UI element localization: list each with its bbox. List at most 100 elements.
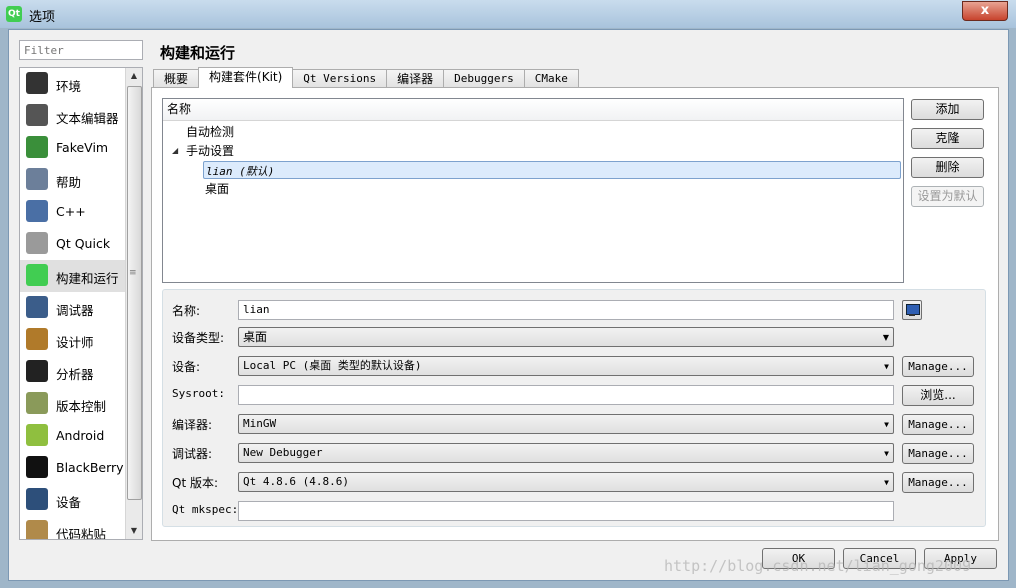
qt-quick-icon (26, 232, 48, 254)
sidebar-item-label: C++ (56, 204, 86, 219)
manage-debuggers-button[interactable]: Manage... (902, 443, 974, 464)
remove-kit-button[interactable]: 删除 (911, 157, 984, 178)
category-list: 环境文本编辑器 FakeVim 帮助 C++ Qt Quick 构建和运行调试器设计师分析… (19, 67, 143, 540)
kit-name-label: lian (默认) (206, 165, 275, 178)
sidebar-item[interactable]: C++ (20, 196, 142, 228)
tree-node-manual[interactable]: 手动设置 (186, 142, 234, 160)
dropdown-arrow-icon: ▼ (882, 333, 889, 342)
category-scrollbar[interactable]: ▲ ≡ ▼ (125, 68, 142, 539)
sidebar-item-label: 分析器 (56, 367, 94, 382)
sidebar-item[interactable]: 设计师 (20, 324, 142, 356)
cancel-button[interactable]: Cancel (843, 548, 916, 569)
tab-compilers[interactable]: 编译器 (386, 69, 445, 88)
scroll-down-arrow-icon[interactable]: ▼ (126, 523, 142, 539)
compiler-select[interactable]: MinGW ▼ (238, 414, 894, 434)
sidebar-item[interactable]: 调试器 (20, 292, 142, 324)
sidebar-item[interactable]: Qt Quick (20, 228, 142, 260)
sidebar-item[interactable]: 代码粘贴 (20, 516, 142, 540)
ok-button[interactable]: OK (762, 548, 835, 569)
sidebar-item[interactable]: BlackBerry (20, 452, 142, 484)
analyzer-icon (26, 360, 48, 382)
sidebar-item-label: Android (56, 428, 105, 443)
dropdown-arrow-icon: ▼ (884, 478, 889, 487)
tab-qt-versions[interactable]: Qt Versions (292, 69, 388, 88)
tab-kits[interactable]: 构建套件(Kit) (198, 67, 294, 88)
sidebar-item[interactable]: FakeVim (20, 132, 142, 164)
sysroot-label: Sysroot: (172, 387, 225, 400)
kit-icon-button[interactable] (902, 300, 922, 320)
sidebar-item[interactable]: 构建和运行 (20, 260, 126, 292)
sidebar-item[interactable]: 环境 (20, 68, 142, 100)
text-editor-icon (26, 104, 48, 126)
device-select[interactable]: Local PC (桌面 类型的默认设备) ▼ (238, 356, 894, 376)
cpp-icon (26, 200, 48, 222)
debugger-value: New Debugger (243, 446, 323, 459)
dropdown-arrow-icon: ▼ (884, 449, 889, 458)
sidebar-item[interactable]: 分析器 (20, 356, 142, 388)
sidebar-item-label: Qt Quick (56, 236, 111, 251)
sidebar-item[interactable]: 帮助 (20, 164, 142, 196)
device-value: Local PC (桌面 类型的默认设备) (243, 359, 422, 372)
browse-button[interactable]: 浏览... (902, 385, 974, 406)
sidebar-item-label: FakeVim (56, 140, 109, 155)
kits-tab-pane: 名称 自动检测 ◢ 手动设置 lian (默认) 桌面 添加 克隆 删除 设置为… (151, 87, 999, 541)
make-default-button[interactable]: 设置为默认 (911, 186, 984, 207)
sidebar-item[interactable]: 文本编辑器 (20, 100, 142, 132)
sidebar-item[interactable]: 版本控制 (20, 388, 142, 420)
tree-header-name: 名称 (163, 99, 903, 121)
scrollbar-thumb[interactable] (127, 86, 142, 500)
scrollbar-grip-icon: ≡ (129, 268, 137, 278)
device-type-select[interactable]: 桌面 ▼ (238, 327, 894, 347)
tree-node-auto-detected[interactable]: 自动检测 (186, 123, 234, 141)
manage-devices-button[interactable]: Manage... (902, 356, 974, 377)
qt-version-value: Qt 4.8.6 (4.8.6) (243, 475, 349, 488)
android-icon (26, 424, 48, 446)
blackberry-icon (26, 456, 48, 478)
environment-icon (26, 72, 48, 94)
tab-cmake[interactable]: CMake (523, 69, 579, 88)
build-run-icon (26, 264, 48, 286)
page-title: 构建和运行 (160, 44, 236, 62)
compiler-value: MinGW (243, 417, 277, 430)
scroll-up-arrow-icon[interactable]: ▲ (126, 68, 142, 84)
dropdown-arrow-icon: ▼ (884, 420, 889, 429)
name-label: 名称: (172, 304, 201, 318)
sysroot-field[interactable] (238, 385, 894, 405)
qt-version-label: Qt 版本: (172, 476, 219, 490)
debugger-select[interactable]: New Debugger ▼ (238, 443, 894, 463)
sidebar-item-label: BlackBerry (56, 460, 124, 475)
close-button[interactable]: x (962, 1, 1008, 21)
sidebar-item-label: 环境 (56, 79, 82, 94)
manage-qt-versions-button[interactable]: Manage... (902, 472, 974, 493)
mkspec-field[interactable] (238, 501, 894, 521)
help-icon (26, 168, 48, 190)
device-icon (26, 488, 48, 510)
compiler-label: 编译器: (172, 418, 213, 432)
tab-overview[interactable]: 概要 (153, 69, 200, 88)
qt-version-select[interactable]: Qt 4.8.6 (4.8.6) ▼ (238, 472, 894, 492)
dropdown-arrow-icon: ▼ (884, 362, 889, 371)
clone-kit-button[interactable]: 克隆 (911, 128, 984, 149)
sidebar-item-label: 文本编辑器 (56, 111, 119, 126)
code-paste-icon (26, 520, 48, 539)
tab-debuggers[interactable]: Debuggers (443, 69, 525, 88)
sidebar-item[interactable]: 设备 (20, 484, 142, 516)
collapse-triangle-icon[interactable]: ◢ (172, 146, 178, 155)
designer-icon (26, 328, 48, 350)
kit-details-panel: 名称: lian 设备类型: 桌面 ▼ 设备: Local PC (桌面 类型的… (162, 289, 986, 527)
sidebar-item-label: 版本控制 (56, 399, 107, 414)
sidebar-item-label: 构建和运行 (56, 271, 119, 286)
sidebar-item-label: 设备 (56, 495, 82, 510)
sidebar-item[interactable]: Android (20, 420, 142, 452)
apply-button[interactable]: Apply (924, 548, 997, 569)
sidebar-item-label: 调试器 (56, 303, 94, 318)
options-dialog: 环境文本编辑器 FakeVim 帮助 C++ Qt Quick 构建和运行调试器设计师分析… (8, 29, 1009, 581)
add-kit-button[interactable]: 添加 (911, 99, 984, 120)
tree-kit-selected[interactable]: lian (默认) (203, 161, 901, 179)
kit-name-field[interactable]: lian (238, 300, 894, 320)
filter-input[interactable] (19, 40, 143, 60)
manage-compilers-button[interactable]: Manage... (902, 414, 974, 435)
tree-kit-desktop[interactable]: 桌面 (205, 180, 229, 198)
device-type-label: 设备类型: (172, 331, 225, 345)
sidebar-item-label: 代码粘贴 (56, 527, 107, 540)
